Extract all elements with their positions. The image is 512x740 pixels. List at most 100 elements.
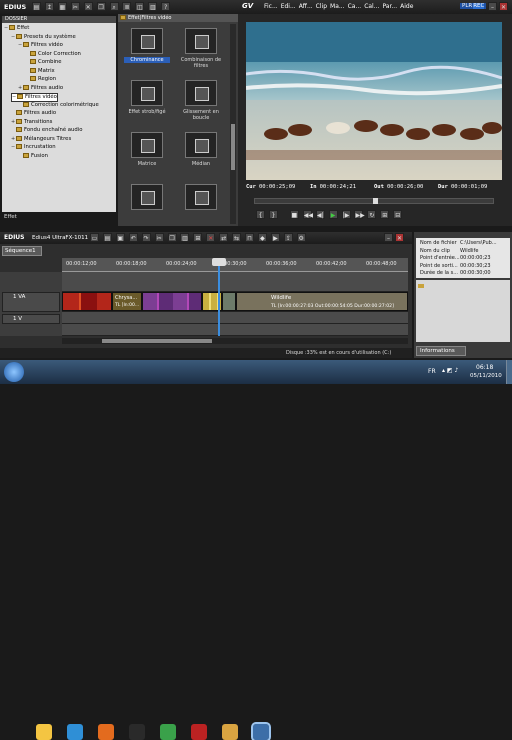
step-back-icon[interactable]: ◀| <box>315 210 325 219</box>
effect-item[interactable]: Glissement en boucle <box>178 80 224 121</box>
stop-icon[interactable]: ■ <box>289 210 299 219</box>
tree-item[interactable]: + Transitions <box>11 118 52 126</box>
timeline-scroll-thumb[interactable] <box>102 339 212 343</box>
menu-item[interactable]: Fic... <box>264 3 278 10</box>
effects-scrollbar[interactable] <box>230 24 236 224</box>
effect-item[interactable] <box>124 184 170 213</box>
tree-item[interactable]: − Filtres vidéo <box>18 42 63 49</box>
copy-clip-icon[interactable]: ❐ <box>167 233 177 242</box>
plr-mode-badge[interactable]: PLRREC <box>460 3 487 9</box>
tree-item[interactable]: − Presets du système <box>11 33 76 41</box>
track-header-1va[interactable]: 1 VA <box>2 292 60 312</box>
delete-icon[interactable]: ✕ <box>206 233 216 242</box>
clock-date[interactable]: 05/11/2010 <box>470 373 502 379</box>
tree-item[interactable]: Fondu enchaîné audio <box>11 127 82 134</box>
undo-icon[interactable]: ↶ <box>128 233 138 242</box>
cut-icon[interactable]: ✂ <box>70 2 80 11</box>
cut-clip-icon[interactable]: ✂ <box>154 233 164 242</box>
sequence-tab[interactable]: Séquence1 <box>2 246 42 256</box>
info-tab[interactable]: Informations <box>416 346 466 356</box>
ripple-icon[interactable]: ⇄ <box>219 233 229 242</box>
chrome-icon[interactable] <box>160 724 176 740</box>
new-sequence-icon[interactable]: ▭ <box>90 233 99 242</box>
tree-item[interactable]: − Incrustation <box>11 144 56 151</box>
new-folder-icon[interactable]: ▦ <box>57 2 67 11</box>
tree-item[interactable]: + Mélangeurs Titres <box>11 135 71 143</box>
step-forward-icon[interactable]: |▶ <box>341 210 351 219</box>
timeline-window-controls[interactable]: – ✕ <box>384 233 406 242</box>
tree-item[interactable]: Correction colorimétrique <box>18 101 99 109</box>
effect-item[interactable]: Chrominance <box>124 28 170 63</box>
media-player-icon[interactable] <box>67 724 83 740</box>
timeline-ruler[interactable]: 00:00:12;00 00:00:18;00 00:00:24;00 00:00:3… <box>62 258 408 272</box>
video-clip-chrysanthemum-label[interactable]: Chrysa... TL [In:00... <box>112 292 142 311</box>
track-lane-2va[interactable] <box>62 324 408 336</box>
export-icon[interactable]: ⇪ <box>283 233 293 242</box>
marker-icon[interactable]: ◆ <box>257 233 267 242</box>
edius-active-icon[interactable] <box>251 722 271 740</box>
dvd-icon[interactable] <box>191 724 207 740</box>
video-clip-chrysanthemum[interactable]: Chrysa... <box>62 292 112 311</box>
clock-time[interactable]: 06:18 <box>476 364 493 371</box>
track-header-1v[interactable]: 1 V <box>2 314 60 324</box>
menu-item[interactable]: Par... <box>382 3 397 10</box>
scrubber-thumb[interactable] <box>372 198 378 204</box>
language-indicator[interactable]: FR <box>428 368 436 375</box>
paste-icon[interactable]: ▥ <box>180 233 190 242</box>
rewind-icon[interactable]: ◀◀ <box>302 210 313 219</box>
tray-icons[interactable]: ▴ ◩ ♪ <box>442 367 458 374</box>
copy-icon[interactable]: ❐ <box>96 2 106 11</box>
save-icon[interactable]: ▣ <box>115 233 125 242</box>
menu-item[interactable]: Cal... <box>364 3 379 10</box>
menu-item[interactable]: Aff... <box>299 3 313 10</box>
effect-item[interactable]: Médian <box>178 132 224 167</box>
close-icon[interactable]: ✕ <box>83 2 93 11</box>
video-clip-wildlife[interactable]: Wildlife TL [In:00:00:27:03 Out:00:00:54… <box>236 292 408 311</box>
set-out-icon[interactable]: } <box>268 210 278 219</box>
tree-item[interactable]: Filtres audio <box>11 110 56 117</box>
open-icon[interactable]: ▤ <box>102 233 112 242</box>
show-desktop-button[interactable] <box>506 360 512 384</box>
snap-icon[interactable]: ⊓ <box>245 233 255 242</box>
timeline-cursor[interactable] <box>218 258 220 336</box>
video-clip-purple[interactable] <box>142 292 202 311</box>
insert-mode-icon[interactable]: ⊞ <box>193 233 203 242</box>
window-controls[interactable]: – ✕ <box>488 2 510 11</box>
scrollbar-thumb[interactable] <box>231 124 235 170</box>
tree-item[interactable]: Fusion <box>18 152 48 160</box>
tree-item[interactable]: Combine <box>25 59 62 66</box>
menu-item[interactable]: Edi... <box>281 3 296 10</box>
video-clip-wildlife-thumb[interactable] <box>222 292 236 311</box>
tree-item[interactable]: Matrix <box>25 67 55 75</box>
insert-icon[interactable]: ⊞ <box>380 210 390 219</box>
settings-icon[interactable]: ⚙ <box>296 233 306 242</box>
set-in-icon[interactable]: { <box>256 210 265 219</box>
timeline-close-icon[interactable]: ✕ <box>395 233 404 242</box>
menu-item[interactable]: Ma... <box>330 3 345 10</box>
explorer-icon[interactable] <box>36 724 52 740</box>
view-icon[interactable]: ◫ <box>135 2 145 11</box>
tree-item[interactable]: − Effet <box>4 25 29 32</box>
render-icon[interactable]: ▶ <box>270 233 280 242</box>
start-button[interactable] <box>4 362 24 382</box>
folder-icon[interactable] <box>222 724 238 740</box>
track-lane-1va[interactable]: Chrysa... Chrysa... TL [In:00... Wildlif… <box>62 292 408 312</box>
layout-icon[interactable]: ▥ <box>148 2 158 11</box>
timeline-cursor-head[interactable] <box>212 258 226 266</box>
effect-item[interactable] <box>178 184 224 213</box>
edius-icon[interactable] <box>129 724 145 740</box>
tree-item[interactable]: + Filtres audio <box>18 84 63 92</box>
close-window-icon[interactable]: ✕ <box>499 2 508 11</box>
tree-item[interactable]: Color Correction <box>25 50 81 58</box>
overwrite-icon[interactable]: ⊟ <box>393 210 403 219</box>
sync-icon[interactable]: ⇆ <box>232 233 242 242</box>
play-icon[interactable]: ▶ <box>328 210 338 219</box>
folder-icon[interactable]: ▤ <box>32 2 41 11</box>
properties-icon[interactable]: ≣ <box>122 2 132 11</box>
help-icon[interactable]: ? <box>161 2 171 11</box>
effect-item[interactable]: Effet strob/figé <box>124 80 170 115</box>
menu-item[interactable]: Clip <box>316 3 327 10</box>
effect-item[interactable]: Combinaison de filtres <box>178 28 224 69</box>
firefox-icon[interactable] <box>98 724 114 740</box>
minimize-icon[interactable]: – <box>488 2 497 11</box>
